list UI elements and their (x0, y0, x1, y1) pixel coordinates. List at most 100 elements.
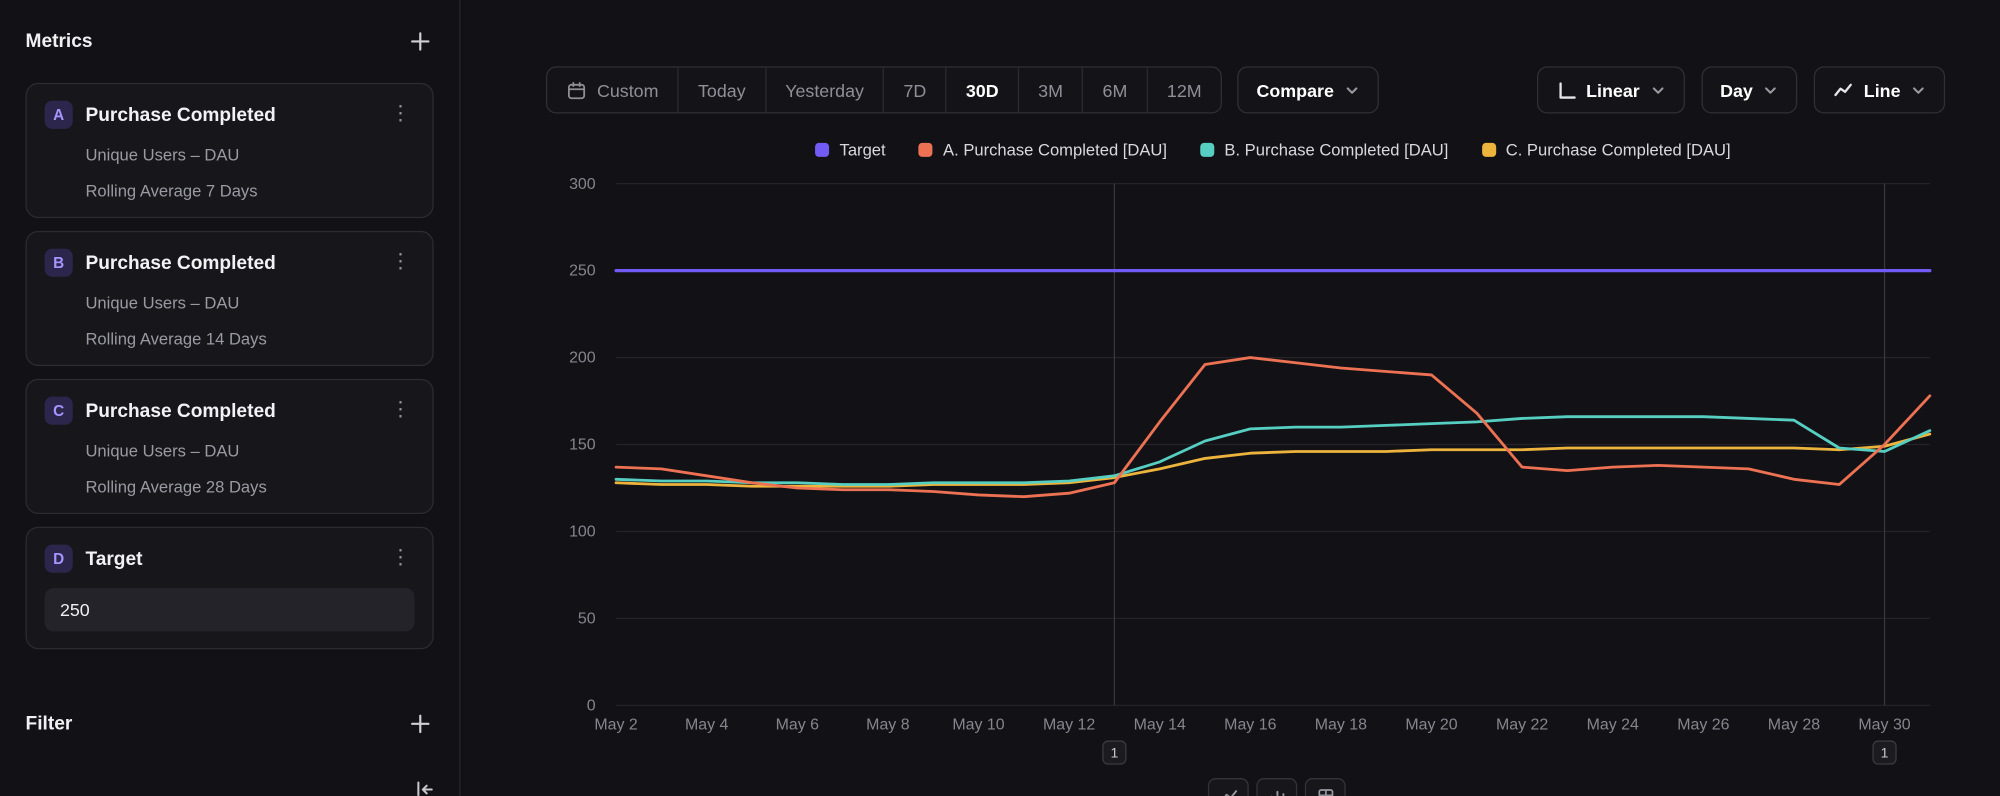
calendar-icon (566, 80, 586, 100)
metric-card: C Purchase Completed ⋮ Unique Users – DAU Ro… (26, 379, 434, 514)
metric-card-head: A Purchase Completed ⋮ (45, 101, 415, 129)
add-filter-button[interactable] (407, 710, 434, 737)
x-axis-label: May 28 (1768, 717, 1820, 734)
metric-property[interactable]: Rolling Average 7 Days (85, 181, 414, 200)
range-label: Custom (597, 80, 659, 100)
range-custom[interactable]: Custom (547, 68, 677, 113)
metric-property[interactable]: Unique Users – DAU (85, 441, 414, 460)
metric-property[interactable]: Unique Users – DAU (85, 145, 414, 164)
metric-title[interactable]: Target (85, 548, 373, 570)
collapse-sidebar-button[interactable] (411, 776, 439, 796)
legend-label: Target (840, 140, 886, 159)
bar-chart-icon (1267, 786, 1286, 796)
x-axis-label: May 18 (1315, 717, 1367, 734)
metric-menu-button[interactable]: ⋮ (386, 548, 414, 568)
chevron-down-icon (1344, 82, 1359, 97)
range-label: 30D (966, 80, 999, 100)
chart-type-selector-button[interactable]: Line (1814, 66, 1945, 113)
app-root: Metrics APurchase Completed⋮Unique Users… (0, 0, 2000, 796)
y-axis-label: 0 (587, 697, 596, 714)
metric-badge: C (45, 397, 73, 425)
range-label: Today (698, 80, 746, 100)
scale-selector-button[interactable]: Linear (1536, 66, 1684, 113)
legend-swatch (815, 143, 829, 157)
chevron-down-icon (1763, 82, 1778, 97)
range-yesterday[interactable]: Yesterday (765, 68, 883, 113)
bottom-chart-tools (1208, 778, 1346, 796)
chevron-down-icon (1911, 82, 1926, 97)
series-line-metric-2[interactable] (616, 417, 1930, 485)
x-axis-label: May 16 (1224, 717, 1276, 734)
line-chart[interactable]: 050100150200250300May 2May 4May 6May 8Ma… (510, 163, 1964, 791)
target-card: D Target ⋮ (26, 527, 434, 649)
x-axis-label: May 10 (952, 717, 1004, 734)
legend-item[interactable]: A. Purchase Completed [DAU] (919, 140, 1167, 159)
metric-badge: B (45, 249, 73, 277)
range-today[interactable]: Today (678, 68, 765, 113)
metric-card-list: A Purchase Completed ⋮ Unique Users – DAU Ro… (26, 83, 434, 514)
metric-card-head: B Purchase Completed ⋮ (45, 249, 415, 277)
main-content: Custom Today Yesterday 7D 30D 3M6M12M Compare… (460, 0, 2000, 796)
y-axis-label: 300 (569, 176, 596, 193)
metric-title[interactable]: Purchase Completed (85, 252, 373, 274)
metric-menu-button[interactable]: ⋮ (386, 253, 414, 273)
metric-badge: D (45, 545, 73, 573)
metric-menu-button[interactable]: ⋮ (386, 105, 414, 125)
sidebar: Metrics APurchase Completed⋮Unique Users… (0, 0, 460, 796)
y-axis-label: 50 (578, 611, 596, 628)
metric-title[interactable]: Purchase Completed (85, 400, 373, 422)
metric-card: B Purchase Completed ⋮ Unique Users – DAU Ro… (26, 231, 434, 366)
kebab-icon: ⋮ (390, 547, 410, 569)
legend-swatch (1200, 143, 1214, 157)
date-range-toolbar: Custom Today Yesterday 7D 30D 3M6M12M Compare (546, 66, 1379, 113)
chevron-down-icon (1650, 82, 1665, 97)
metric-property[interactable]: Rolling Average 14 Days (85, 329, 414, 348)
legend-label: B. Purchase Completed [DAU] (1224, 140, 1448, 159)
metric-property[interactable]: Unique Users – DAU (85, 293, 414, 312)
range-3m[interactable]: 3M (1018, 68, 1082, 113)
range-6m[interactable]: 6M (1082, 68, 1146, 113)
range-30d[interactable]: 30D (945, 68, 1017, 113)
y-axis-label: 250 (569, 263, 596, 280)
plus-icon (409, 31, 431, 53)
range-7d[interactable]: 7D (883, 68, 945, 113)
legend-item[interactable]: B. Purchase Completed [DAU] (1200, 140, 1448, 159)
series-line-metric-3[interactable] (616, 434, 1930, 486)
metric-menu-button[interactable]: ⋮ (386, 401, 414, 421)
metric-title[interactable]: Purchase Completed (85, 104, 373, 126)
tool-table-button[interactable] (1305, 778, 1346, 796)
y-axis-label: 150 (569, 437, 596, 454)
table-icon (1316, 786, 1335, 796)
legend-label: C. Purchase Completed [DAU] (1506, 140, 1731, 159)
kebab-icon: ⋮ (390, 399, 410, 421)
line-chart-icon (1219, 786, 1238, 796)
y-axis-label: 100 (569, 524, 596, 541)
metric-card-head: C Purchase Completed ⋮ (45, 397, 415, 425)
compare-button[interactable]: Compare (1237, 66, 1378, 113)
legend-swatch (919, 143, 933, 157)
legend-item[interactable]: C. Purchase Completed [DAU] (1482, 140, 1731, 159)
range-label: 7D (903, 80, 926, 100)
tool-bar-chart-button[interactable] (1256, 778, 1297, 796)
chart-controls: Linear Day Line (1536, 66, 1945, 113)
target-value-input[interactable] (45, 588, 415, 631)
tool-line-chart-button[interactable] (1208, 778, 1249, 796)
date-range-segmented-control: Custom Today Yesterday 7D 30D 3M6M12M (546, 66, 1222, 113)
range-12m[interactable]: 12M (1146, 68, 1220, 113)
metric-badge: A (45, 101, 73, 129)
interval-selector-button[interactable]: Day (1701, 66, 1798, 113)
add-metric-button[interactable] (407, 28, 434, 55)
x-axis-label: May 2 (594, 717, 638, 734)
x-axis-label: May 30 (1858, 717, 1910, 734)
x-axis-label: May 22 (1496, 717, 1548, 734)
metric-property[interactable]: Rolling Average 28 Days (85, 477, 414, 496)
legend-swatch (1482, 143, 1496, 157)
x-axis-label: May 6 (776, 717, 820, 734)
chart-type-label: Line (1864, 80, 1901, 100)
legend-item[interactable]: Target (815, 140, 885, 159)
line-chart-icon (1833, 80, 1853, 100)
x-axis-label: May 14 (1134, 717, 1186, 734)
range-label: Yesterday (785, 80, 864, 100)
legend-label: A. Purchase Completed [DAU] (943, 140, 1167, 159)
kebab-icon: ⋮ (390, 103, 410, 125)
